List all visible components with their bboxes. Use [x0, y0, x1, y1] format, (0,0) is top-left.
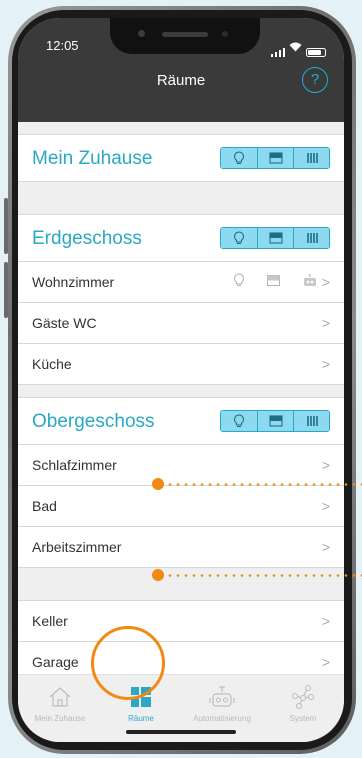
room-row-kueche[interactable]: Küche > [18, 344, 344, 384]
room-row-gaeste-wc[interactable]: Gäste WC > [18, 303, 344, 343]
tab-label: Räume [128, 714, 154, 723]
volume-down-button [4, 262, 8, 318]
tab-system[interactable]: System [263, 683, 343, 723]
help-button[interactable]: ? [302, 67, 328, 93]
robot-icon [182, 683, 262, 711]
section-title: Mein Zuhause [32, 148, 153, 169]
room-row-bad[interactable]: Bad > [18, 486, 344, 526]
top-bar: 12:05 Räume ? [18, 18, 344, 122]
page-title: Räume [156, 72, 206, 89]
tab-mein-zuhause[interactable]: Mein Zuhause [20, 683, 100, 723]
speaker-icon [162, 32, 208, 37]
callout-dot [152, 569, 164, 581]
radiator-icon[interactable] [293, 228, 329, 248]
section-erdgeschoss: Erdgeschoss [18, 215, 344, 261]
section-mein-zuhause: Mein Zuhause [18, 135, 344, 181]
battery-icon [306, 48, 326, 57]
room-name: Bad [32, 498, 57, 514]
chevron-right-icon: > [321, 613, 330, 629]
radiator-icon[interactable] [293, 411, 329, 431]
room-list: Mein Zuhause Erdgeschoss Wohnzimmer > Gä… [18, 122, 344, 683]
bulb-icon[interactable] [221, 228, 257, 248]
room-name: Garage [32, 654, 79, 670]
blind-icon [267, 274, 280, 286]
robot-icon [302, 273, 318, 287]
room-device-icons [233, 273, 318, 287]
room-name: Keller [32, 613, 68, 629]
status-icons [270, 39, 326, 57]
chevron-right-icon: > [321, 457, 330, 473]
section-title: Obergeschoss [32, 411, 155, 432]
blind-icon[interactable] [257, 228, 293, 248]
room-row-wohnzimmer[interactable]: Wohnzimmer > [18, 262, 344, 302]
chevron-right-icon: > [321, 315, 330, 331]
tab-label: Automatisierung [193, 714, 251, 723]
bad-row-callout [152, 478, 362, 490]
status-time: 12:05 [46, 38, 79, 53]
camera-icon [138, 30, 145, 37]
signal-icon [270, 47, 285, 57]
tab-label: Mein Zuhause [34, 714, 86, 723]
section-gap [18, 182, 344, 214]
tab-automatisierung[interactable]: Automatisierung [182, 683, 262, 723]
chevron-right-icon: > [321, 498, 330, 514]
wifi-icon [289, 39, 302, 57]
chevron-right-icon: > [321, 356, 330, 372]
section-obergeschoss: Obergeschoss [18, 398, 344, 444]
screen: 12:05 Räume ? Mein Zuhause Erdgeschoss W… [18, 18, 344, 742]
bulb-icon[interactable] [221, 411, 257, 431]
section-gap [18, 385, 344, 397]
active-tab-highlight-ring [91, 626, 165, 700]
sensor-icon [222, 31, 228, 37]
room-name: Schlafzimmer [32, 457, 117, 473]
room-name: Arbeitszimmer [32, 539, 122, 555]
chevron-right-icon: > [321, 274, 330, 290]
keller-row-callout [152, 569, 362, 581]
section-toggle-group [220, 227, 330, 249]
house-icon [20, 683, 100, 711]
blind-icon[interactable] [257, 411, 293, 431]
section-toggle-group [220, 147, 330, 169]
blind-icon[interactable] [257, 148, 293, 168]
bulb-icon [233, 273, 245, 287]
callout-dotted-line [166, 574, 362, 577]
chevron-right-icon: > [321, 654, 330, 670]
room-name: Wohnzimmer [32, 274, 115, 290]
volume-up-button [4, 198, 8, 254]
tab-label: System [289, 714, 317, 723]
home-indicator [126, 730, 236, 734]
network-icon [263, 683, 343, 711]
radiator-icon[interactable] [293, 148, 329, 168]
callout-dotted-line [166, 483, 362, 486]
room-name: Gäste WC [32, 315, 97, 331]
room-name: Küche [32, 356, 72, 372]
chevron-right-icon: > [321, 539, 330, 555]
room-row-arbeitszimmer[interactable]: Arbeitszimmer > [18, 527, 344, 567]
bulb-icon[interactable] [221, 148, 257, 168]
notch [110, 18, 260, 54]
callout-dot [152, 478, 164, 490]
section-toggle-group [220, 410, 330, 432]
section-title: Erdgeschoss [32, 228, 142, 249]
section-gap [18, 122, 344, 134]
room-row-keller[interactable]: Keller > [18, 601, 344, 641]
